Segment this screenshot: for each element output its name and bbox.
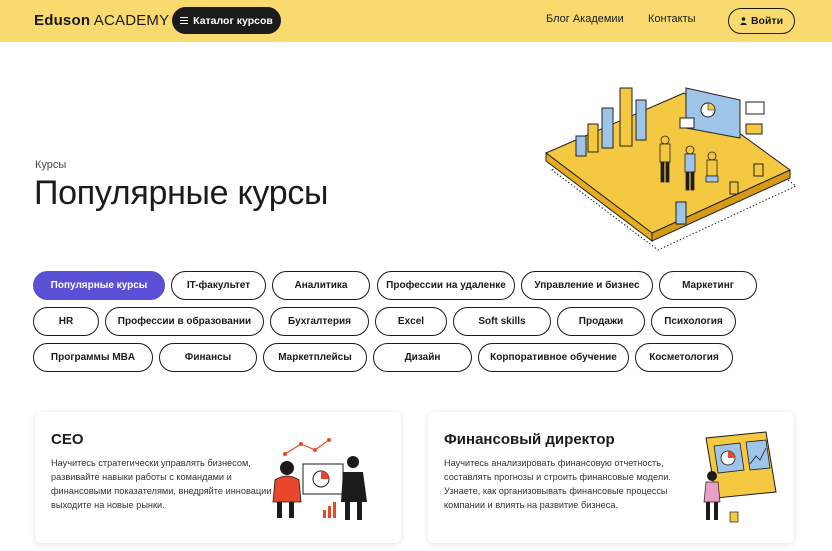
chip-it[interactable]: IT-факультет [171, 271, 266, 300]
menu-icon [180, 17, 189, 24]
chip-finance[interactable]: Финансы [159, 343, 257, 372]
chip-education[interactable]: Профессии в образовании [105, 307, 264, 336]
hero-illustration [545, 87, 797, 251]
chip-marketing[interactable]: Маркетинг [659, 271, 757, 300]
chip-management[interactable]: Управление и бизнес [521, 271, 653, 300]
chip-soft-skills[interactable]: Soft skills [453, 307, 551, 336]
chip-sales[interactable]: Продажи [557, 307, 645, 336]
breadcrumb[interactable]: Курсы [35, 159, 66, 171]
course-card-ceo[interactable]: CEO Научитесь стратегически управлять би… [35, 412, 401, 543]
user-icon [740, 17, 747, 25]
course-title: CEO [51, 431, 84, 448]
logo-light: ACADEMY [93, 12, 170, 29]
catalog-button[interactable]: Каталог курсов [172, 7, 281, 34]
logo-bold: Eduson [34, 12, 91, 29]
chip-hr[interactable]: HR [33, 307, 99, 336]
chip-mba[interactable]: Программы MBA [33, 343, 153, 372]
nav-link-blog[interactable]: Блог Академии [546, 13, 624, 25]
chip-analytics[interactable]: Аналитика [272, 271, 370, 300]
site-header: Eduson ACADEMY Каталог курсов Блог Акаде… [0, 0, 832, 42]
course-title: Финансовый директор [444, 431, 615, 448]
login-button[interactable]: Войти [728, 8, 795, 34]
chip-remote[interactable]: Профессии на удаленке [377, 271, 515, 300]
login-label: Войти [750, 15, 784, 27]
nav-link-contacts[interactable]: Контакты [648, 13, 696, 25]
ceo-illustration [272, 438, 367, 520]
logo[interactable]: Eduson ACADEMY [34, 12, 169, 29]
chip-psychology[interactable]: Психология [651, 307, 736, 336]
chip-corporate[interactable]: Корпоративное обучение [478, 343, 629, 372]
course-card-cfo[interactable]: Финансовый директор Научитесь анализиров… [428, 412, 794, 543]
chip-cosmetology[interactable]: Косметология [635, 343, 733, 372]
chip-popular[interactable]: Популярные курсы [33, 271, 165, 300]
chip-design[interactable]: Дизайн [373, 343, 472, 372]
chip-marketplaces[interactable]: Маркетплейсы [263, 343, 367, 372]
chip-excel[interactable]: Excel [375, 307, 447, 336]
course-description: Научитесь стратегически управлять бизнес… [51, 458, 280, 510]
cfo-illustration [703, 431, 777, 523]
course-description: Научитесь анализировать финансовую отчет… [444, 458, 671, 510]
page-title: Популярные курсы [34, 174, 329, 212]
chip-accounting[interactable]: Бухгалтерия [270, 307, 369, 336]
catalog-label: Каталог курсов [193, 14, 273, 27]
